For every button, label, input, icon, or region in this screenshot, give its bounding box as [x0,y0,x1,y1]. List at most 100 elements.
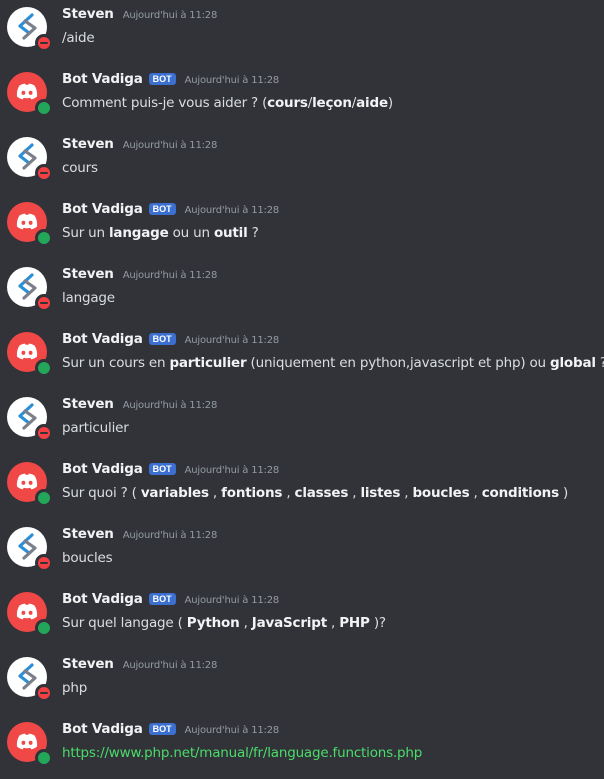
message-header: Bot Vadiga BOT Aujourd'hui à 11:28 [62,71,279,93]
message-header: Steven Aujourd'hui à 11:28 [62,656,217,678]
message-content: Sur quoi ? ( variables , fontions , clas… [62,485,568,501]
message-text: ) [387,95,393,111]
message-header: Bot Vadiga BOT Aujourd'hui à 11:28 [62,591,279,613]
bot-message[interactable]: Bot Vadiga BOT Aujourd'hui à 11:28 Sur un c… [0,327,604,389]
message-text: /aide [62,30,95,46]
username[interactable]: Steven [62,266,114,282]
message-content: Comment puis-je vous aider ? (cours/leço… [62,95,393,111]
message-header: Bot Vadiga BOT Aujourd'hui à 11:28 [62,201,279,223]
timestamp[interactable]: Aujourd'hui à 11:28 [123,270,218,281]
message-text: particulier [62,420,129,436]
timestamp[interactable]: Aujourd'hui à 11:28 [123,10,218,21]
message-text: , [400,485,413,501]
username[interactable]: Bot Vadiga [62,461,143,477]
username[interactable]: Bot Vadiga [62,201,143,217]
bold-text: aide [356,95,388,111]
avatar[interactable] [7,397,53,442]
bold-text: boucles [412,485,470,501]
timestamp[interactable]: Aujourd'hui à 11:28 [123,660,218,671]
status-dnd-icon [35,164,53,182]
message-content: boucles [62,550,113,566]
avatar[interactable] [7,137,53,182]
message-content: https://www.php.net/manual/fr/language.f… [62,745,422,761]
message-header: Steven Aujourd'hui à 11:28 [62,136,217,158]
user-message[interactable]: Steven Aujourd'hui à 11:28 php [0,652,604,714]
bold-text: particulier [169,355,247,371]
status-dnd-icon [35,684,53,702]
message-text: , [348,485,361,501]
user-message[interactable]: Steven Aujourd'hui à 11:28 cours [0,132,604,194]
user-message[interactable]: Steven Aujourd'hui à 11:28 particulier [0,392,604,454]
bold-text: outil [213,225,248,241]
bot-badge: BOT [148,203,176,215]
bold-text: classes [294,485,349,501]
avatar[interactable] [7,592,53,637]
bold-text: cours [267,95,308,111]
avatar[interactable] [7,332,53,377]
username[interactable]: Steven [62,6,114,22]
bold-text: conditions [481,485,559,501]
bot-message[interactable]: Bot Vadiga BOT Aujourd'hui à 11:28 https://… [0,717,604,779]
message-text: cours [62,160,98,176]
message-text: Sur quoi ? ( [62,485,141,501]
bold-text: fontions [221,485,283,501]
username[interactable]: Steven [62,136,114,152]
bold-text: leçon [312,95,352,111]
message-text: , [469,485,482,501]
username[interactable]: Bot Vadiga [62,331,143,347]
timestamp[interactable]: Aujourd'hui à 11:28 [185,205,280,216]
timestamp[interactable]: Aujourd'hui à 11:28 [185,75,280,86]
message-content: Sur un cours en particulier (uniquement … [62,355,604,371]
username[interactable]: Steven [62,396,114,412]
avatar[interactable] [7,527,53,572]
user-message[interactable]: Steven Aujourd'hui à 11:28 langage [0,262,604,324]
bot-message[interactable]: Bot Vadiga BOT Aujourd'hui à 11:28 Sur quel… [0,587,604,649]
message-text: boucles [62,550,113,566]
avatar[interactable] [7,657,53,702]
message-header: Bot Vadiga BOT Aujourd'hui à 11:28 [62,331,279,353]
status-online-icon [35,229,53,247]
avatar[interactable] [7,202,53,247]
username[interactable]: Bot Vadiga [62,71,143,87]
user-message[interactable]: Steven Aujourd'hui à 11:28/aide [0,2,604,64]
avatar[interactable] [7,462,53,507]
bot-badge: BOT [148,73,176,85]
message-link[interactable]: https://www.php.net/manual/fr/language.f… [62,745,422,761]
bold-text: langage [108,225,169,241]
timestamp[interactable]: Aujourd'hui à 11:28 [123,400,218,411]
user-message[interactable]: Steven Aujourd'hui à 11:28 boucles [0,522,604,584]
message-text: Comment puis-je vous aider ? ( [62,95,268,111]
username[interactable]: Bot Vadiga [62,591,143,607]
bot-message[interactable]: Bot Vadiga BOT Aujourd'hui à 11:28 Comment … [0,67,604,129]
message-header: Bot Vadiga BOT Aujourd'hui à 11:28 [62,721,279,743]
message-content: langage [62,290,115,306]
username[interactable]: Steven [62,526,114,542]
message-text: php [62,680,88,696]
bot-message[interactable]: Bot Vadiga BOT Aujourd'hui à 11:28 Sur quoi… [0,457,604,519]
timestamp[interactable]: Aujourd'hui à 11:28 [185,725,280,736]
timestamp[interactable]: Aujourd'hui à 11:28 [123,530,218,541]
message-header: Steven Aujourd'hui à 11:28 [62,266,217,288]
message-content: particulier [62,420,129,436]
timestamp[interactable]: Aujourd'hui à 11:28 [185,595,280,606]
avatar[interactable] [7,722,53,767]
status-dnd-icon [35,554,53,572]
timestamp[interactable]: Aujourd'hui à 11:28 [123,140,218,151]
message-content: /aide [62,30,95,46]
bot-message[interactable]: Bot Vadiga BOT Aujourd'hui à 11:28 Sur un l… [0,197,604,259]
username[interactable]: Bot Vadiga [62,721,143,737]
status-dnd-icon [35,294,53,312]
timestamp[interactable]: Aujourd'hui à 11:28 [185,465,280,476]
avatar[interactable] [7,72,53,117]
message-text: (uniquement en python,javascript et php)… [246,355,551,371]
bold-text: global [550,355,596,371]
message-text: ? [247,225,259,241]
bot-badge: BOT [148,593,176,605]
message-header: Steven Aujourd'hui à 11:28 [62,6,217,28]
avatar[interactable] [7,7,53,52]
avatar[interactable] [7,267,53,312]
username[interactable]: Steven [62,656,114,672]
message-content: Sur un langage ou un outil ? [62,225,259,241]
timestamp[interactable]: Aujourd'hui à 11:28 [185,335,280,346]
status-online-icon [35,489,53,507]
